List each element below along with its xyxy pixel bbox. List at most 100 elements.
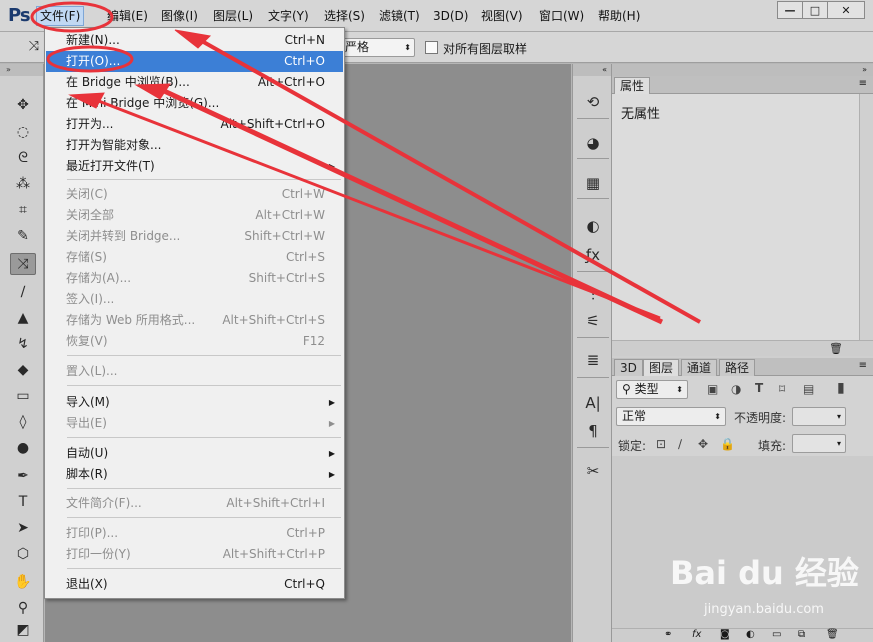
content-aware-move-icon[interactable]: ⤨: [10, 253, 36, 275]
menu-filter[interactable]: 滤镜(T): [376, 6, 423, 26]
menu-help[interactable]: 帮助(H): [595, 6, 643, 26]
crop-tool-icon[interactable]: ⌗: [10, 199, 36, 221]
tab-3d[interactable]: 3D: [614, 359, 643, 376]
adjustments-icon[interactable]: ◐: [580, 215, 606, 237]
adjustment-filter-icon[interactable]: ◑: [731, 382, 741, 396]
gradient-tool-icon[interactable]: ▭: [10, 385, 36, 407]
menu-item-revert[interactable]: 恢复(V) F12: [46, 331, 343, 352]
eraser-icon[interactable]: ◆: [10, 359, 36, 381]
menu-item-exit[interactable]: 退出(X) Ctrl+Q: [46, 574, 343, 595]
styles-grid-icon[interactable]: ▦: [580, 172, 606, 194]
tab-properties[interactable]: 属性: [614, 77, 651, 94]
menu-item-scripts[interactable]: 脚本(R) ▶: [46, 464, 343, 485]
tool-presets-icon[interactable]: ✂: [580, 460, 606, 482]
swatches-palette-icon[interactable]: ◕: [580, 132, 606, 154]
lock-all-icon[interactable]: 🔒: [720, 437, 735, 451]
tool-preset-icon[interactable]: ⤨: [22, 39, 46, 57]
sample-mode-select[interactable]: 严格 ⬍: [338, 38, 415, 57]
menu-item-import[interactable]: 导入(M) ▶: [46, 392, 343, 413]
magic-wand-icon[interactable]: ⁂: [10, 173, 36, 195]
fx-icon[interactable]: ƒx: [580, 244, 606, 266]
close-button[interactable]: ✕: [827, 1, 865, 19]
brush-tool-icon[interactable]: ∕: [10, 281, 36, 303]
clone-stamp-icon[interactable]: ▲: [10, 307, 36, 329]
shape-filter-icon[interactable]: ⌑: [779, 382, 785, 396]
path-selection-icon[interactable]: ➤: [10, 517, 36, 539]
panel-menu-icon[interactable]: ≡: [859, 78, 867, 89]
type-tool-icon[interactable]: T: [10, 491, 36, 513]
menu-edit[interactable]: 编辑(E): [104, 6, 151, 26]
type-filter-icon[interactable]: T: [755, 381, 763, 395]
menu-item-automate[interactable]: 自动(U) ▶: [46, 443, 343, 464]
menu-select[interactable]: 选择(S): [321, 6, 368, 26]
history-icon[interactable]: ⟲: [580, 91, 606, 113]
lock-transparent-icon[interactable]: ⊡: [656, 437, 666, 451]
lock-position-icon[interactable]: ✥: [698, 437, 708, 451]
fill-input[interactable]: ▾: [792, 434, 846, 453]
new-adjustment-icon[interactable]: ◐: [746, 629, 755, 640]
menu-item-open-recent[interactable]: 最近打开文件(T) ▶: [46, 156, 343, 177]
eyedropper-icon[interactable]: ✎: [10, 225, 36, 247]
blur-tool-icon[interactable]: ◊: [10, 411, 36, 433]
menu-file[interactable]: 文件(F): [36, 6, 85, 26]
menu-item-print-one-copy[interactable]: 打印一份(Y) Alt+Shift+Ctrl+P: [46, 544, 343, 565]
lock-pixels-icon[interactable]: ∕: [678, 437, 682, 451]
collapse-icon[interactable]: »: [612, 64, 873, 76]
menu-item-browse-bridge[interactable]: 在 Bridge 中浏览(B)... Alt+Ctrl+O: [46, 72, 343, 93]
brush-presets-icon[interactable]: ⫶: [580, 284, 606, 306]
menu-item-place[interactable]: 置入(L)...: [46, 361, 343, 382]
menu-3d[interactable]: 3D(D): [430, 6, 471, 26]
tab-paths[interactable]: 路径: [719, 359, 756, 376]
menu-window[interactable]: 窗口(W): [536, 6, 587, 26]
add-mask-icon[interactable]: ◙: [720, 629, 730, 640]
menu-image[interactable]: 图像(I): [158, 6, 201, 26]
menu-item-check-in[interactable]: 签入(I)...: [46, 289, 343, 310]
layer-filter-select[interactable]: ⚲ 类型 ⬍: [616, 380, 688, 399]
zoom-tool-icon[interactable]: ⚲: [10, 597, 36, 619]
color-swatches-icon[interactable]: ◩: [10, 619, 36, 641]
menu-item-open[interactable]: 打开(O)... Ctrl+O: [46, 51, 343, 72]
hand-tool-icon[interactable]: ✋: [10, 571, 36, 593]
brush-settings-icon[interactable]: ⚟: [580, 310, 606, 332]
trash-icon[interactable]: 🗑: [826, 629, 839, 640]
maximize-button[interactable]: □: [802, 1, 828, 19]
trash-icon[interactable]: 🗑: [829, 342, 843, 355]
pen-tool-icon[interactable]: ✒: [10, 465, 36, 487]
collapse-icon[interactable]: «: [573, 64, 611, 76]
menu-item-save[interactable]: 存储(S) Ctrl+S: [46, 247, 343, 268]
sample-all-layers-checkbox[interactable]: [425, 41, 438, 54]
menu-item-open-smart-object[interactable]: 打开为智能对象...: [46, 135, 343, 156]
collapse-icon[interactable]: »: [0, 64, 43, 76]
lasso-tool-icon[interactable]: ᘓ: [10, 147, 36, 169]
menu-item-print[interactable]: 打印(P)... Ctrl+P: [46, 523, 343, 544]
history-brush-icon[interactable]: ↯: [10, 333, 36, 355]
new-group-icon[interactable]: ▭: [772, 629, 781, 640]
clone-source-icon[interactable]: ≣: [580, 349, 606, 371]
fx-icon[interactable]: fx: [692, 629, 701, 640]
menu-item-save-for-web[interactable]: 存储为 Web 所用格式... Alt+Shift+Ctrl+S: [46, 310, 343, 331]
minimize-button[interactable]: —: [777, 1, 803, 19]
dodge-tool-icon[interactable]: ●: [10, 437, 36, 459]
menu-item-close-go-bridge[interactable]: 关闭并转到 Bridge... Shift+Ctrl+W: [46, 226, 343, 247]
pixel-filter-icon[interactable]: ▣: [707, 382, 718, 396]
menu-view[interactable]: 视图(V): [478, 6, 526, 26]
smartobject-filter-icon[interactable]: ▤: [803, 382, 814, 396]
menu-item-browse-mini-bridge[interactable]: 在 Mini Bridge 中浏览(G)...: [46, 93, 343, 114]
menu-item-close[interactable]: 关闭(C) Ctrl+W: [46, 184, 343, 205]
filter-toggle-icon[interactable]: ▮: [837, 380, 845, 396]
menu-item-file-info[interactable]: 文件简介(F)... Alt+Shift+Ctrl+I: [46, 493, 343, 514]
opacity-input[interactable]: ▾: [792, 407, 846, 426]
panel-menu-icon[interactable]: ≡: [859, 360, 867, 371]
new-layer-icon[interactable]: ⧉: [798, 629, 805, 640]
menu-item-save-as[interactable]: 存储为(A)... Shift+Ctrl+S: [46, 268, 343, 289]
link-layers-icon[interactable]: ⚭: [664, 629, 672, 640]
paragraph-icon[interactable]: ¶: [580, 420, 606, 442]
menu-item-close-all[interactable]: 关闭全部 Alt+Ctrl+W: [46, 205, 343, 226]
properties-scrollbar[interactable]: [859, 94, 873, 356]
menu-item-new[interactable]: 新建(N)... Ctrl+N: [46, 30, 343, 51]
character-icon[interactable]: A|: [580, 392, 606, 414]
tab-channels[interactable]: 通道: [681, 359, 718, 376]
shape-tool-icon[interactable]: ⬡: [10, 543, 36, 565]
menu-item-open-as[interactable]: 打开为... Alt+Shift+Ctrl+O: [46, 114, 343, 135]
menu-item-export[interactable]: 导出(E) ▶: [46, 413, 343, 434]
